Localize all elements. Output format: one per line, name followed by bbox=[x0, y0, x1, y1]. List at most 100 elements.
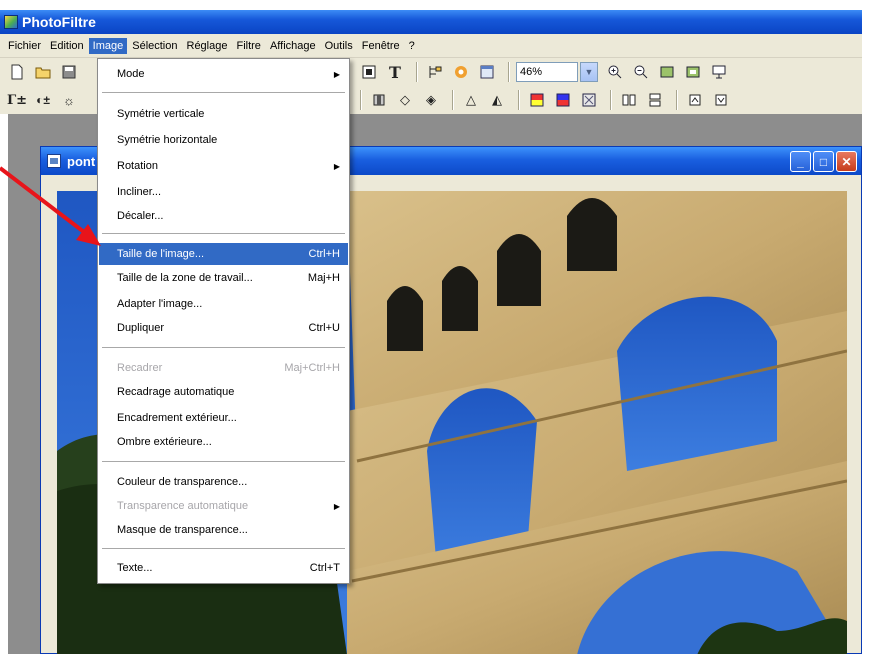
menu-item-label: Recadrage automatique bbox=[117, 386, 235, 398]
menu-fenetre[interactable]: Fenêtre bbox=[358, 38, 404, 54]
menu-item-incliner[interactable]: Incliner... bbox=[99, 181, 348, 203]
menu-item-label: Décaler... bbox=[117, 210, 164, 222]
menu-reglage[interactable]: Réglage bbox=[183, 38, 232, 54]
menu-item-symetrie-horizontale[interactable]: Symétrie horizontale bbox=[99, 129, 348, 151]
menu-item-symetrie-verticale[interactable]: Symétrie verticale bbox=[99, 103, 348, 125]
menu-item-label: Recadrer bbox=[117, 362, 163, 374]
zoom-out-icon[interactable] bbox=[630, 62, 652, 82]
submenu-arrow-icon: ▶ bbox=[333, 161, 340, 171]
brightness-icon[interactable]: ☼ bbox=[58, 90, 80, 110]
menu-outils[interactable]: Outils bbox=[321, 38, 357, 54]
menu-fichier[interactable]: Fichier bbox=[4, 38, 45, 54]
menu-affichage[interactable]: Affichage bbox=[266, 38, 320, 54]
menu-item-shortcut: Maj+H bbox=[307, 272, 340, 284]
zoom-select[interactable]: 46% bbox=[516, 62, 578, 82]
menu-item-shortcut: Ctrl+T bbox=[309, 562, 340, 574]
menu-item-masque-transparence[interactable]: Masque de transparence... bbox=[99, 519, 348, 541]
toolbar-separator bbox=[452, 90, 454, 110]
text-icon[interactable]: T bbox=[384, 62, 406, 82]
open-icon[interactable] bbox=[32, 62, 54, 82]
menu-separator bbox=[102, 461, 345, 463]
menu-item-label: Texte... bbox=[117, 562, 153, 574]
menu-item-taille-zone-travail[interactable]: Taille de la zone de travail... Maj+H bbox=[99, 267, 348, 289]
toolbar-separator bbox=[416, 62, 418, 82]
menu-item-ombre-exterieure[interactable]: Ombre extérieure... bbox=[99, 431, 348, 453]
menu-item-label: Taille de la zone de travail... bbox=[117, 272, 253, 284]
menu-item-label: Dupliquer bbox=[117, 322, 165, 334]
menu-item-transparence-automatique[interactable]: Transparence automatique ▶ bbox=[99, 495, 348, 517]
app-title-bar[interactable]: PhotoFiltre bbox=[0, 10, 862, 34]
toolbar-separator bbox=[518, 90, 520, 110]
zoom-value: 46% bbox=[520, 66, 543, 78]
menu-item-shortcut: Maj+Ctrl+H bbox=[284, 362, 340, 374]
save-icon[interactable] bbox=[58, 62, 80, 82]
window-controls: _ □ ✕ bbox=[790, 151, 857, 172]
menu-item-texte[interactable]: Texte... Ctrl+T bbox=[99, 557, 348, 579]
zoom-dropdown-arrow-icon[interactable]: ▼ bbox=[580, 62, 598, 82]
menu-item-decaler[interactable]: Décaler... bbox=[99, 205, 348, 227]
app-title: PhotoFiltre bbox=[22, 14, 96, 30]
flip-horizontal-icon[interactable] bbox=[618, 90, 640, 110]
drop-icon[interactable]: ◇ bbox=[394, 90, 416, 110]
actual-size-icon[interactable] bbox=[682, 62, 704, 82]
flip-vertical-icon[interactable] bbox=[644, 90, 666, 110]
photofiltre-app-icon bbox=[4, 15, 18, 29]
menu-item-rotation[interactable]: Rotation ▶ bbox=[99, 155, 348, 177]
menu-separator bbox=[102, 347, 345, 349]
menu-image[interactable]: Image bbox=[88, 37, 128, 54]
new-icon[interactable] bbox=[6, 62, 28, 82]
rotate-right-icon[interactable] bbox=[710, 90, 732, 110]
menu-bar: Fichier Edition Image Sélection Réglage … bbox=[0, 34, 862, 58]
toolbar-separator bbox=[508, 62, 510, 82]
menu-item-dupliquer[interactable]: Dupliquer Ctrl+U bbox=[99, 317, 348, 339]
drop-double-icon[interactable]: ◈ bbox=[420, 90, 442, 110]
menu-item-shortcut: Ctrl+H bbox=[308, 248, 340, 260]
triangle-double-icon[interactable]: ◭ bbox=[486, 90, 508, 110]
submenu-arrow-icon: ▶ bbox=[333, 69, 340, 79]
menu-separator bbox=[102, 548, 345, 550]
menu-item-taille-image[interactable]: Taille de l'image... Ctrl+H bbox=[99, 243, 348, 265]
menu-item-label: Taille de l'image... bbox=[117, 248, 205, 260]
menu-item-mode[interactable]: Mode ▶ bbox=[99, 63, 348, 85]
toolbar-separator bbox=[610, 90, 612, 110]
menu-separator bbox=[102, 92, 345, 94]
toolbar-separator bbox=[360, 90, 362, 110]
menu-item-shortcut: Ctrl+U bbox=[308, 322, 340, 334]
menu-item-recadrage-automatique[interactable]: Recadrage automatique bbox=[99, 381, 348, 403]
menu-item-label: Transparence automatique bbox=[117, 500, 249, 512]
frame-icon[interactable] bbox=[358, 62, 380, 82]
panel-icon[interactable] bbox=[476, 62, 498, 82]
fullscreen-icon[interactable] bbox=[708, 62, 730, 82]
menu-item-adapter-image[interactable]: Adapter l'image... bbox=[99, 293, 348, 315]
color-wheel-icon[interactable] bbox=[450, 62, 472, 82]
menu-item-label: Symétrie horizontale bbox=[117, 134, 218, 146]
toolbar-separator bbox=[676, 90, 678, 110]
menu-item-couleur-transparence[interactable]: Couleur de transparence... bbox=[99, 471, 348, 493]
tree-icon[interactable] bbox=[424, 62, 446, 82]
triangle-icon[interactable]: △ bbox=[460, 90, 482, 110]
rotate-left-icon[interactable] bbox=[684, 90, 706, 110]
menu-item-recadrer[interactable]: Recadrer Maj+Ctrl+H bbox=[99, 357, 348, 379]
submenu-arrow-icon: ▶ bbox=[333, 501, 340, 511]
menu-separator bbox=[102, 233, 345, 235]
menu-edition[interactable]: Edition bbox=[46, 38, 88, 54]
menu-item-label: Adapter l'image... bbox=[117, 298, 203, 310]
menu-item-label: Symétrie verticale bbox=[117, 108, 205, 120]
zoom-in-icon[interactable] bbox=[604, 62, 626, 82]
fit-icon[interactable] bbox=[656, 62, 678, 82]
menu-item-label: Encadrement extérieur... bbox=[117, 412, 237, 424]
texture-icon[interactable] bbox=[578, 90, 600, 110]
close-button[interactable]: ✕ bbox=[836, 151, 857, 172]
maximize-button[interactable]: □ bbox=[813, 151, 834, 172]
menu-selection[interactable]: Sélection bbox=[128, 38, 181, 54]
filter-icon[interactable] bbox=[368, 90, 390, 110]
color-bottom-icon[interactable] bbox=[552, 90, 574, 110]
auto-level-icon[interactable]: ◐± bbox=[32, 90, 54, 110]
menu-item-encadrement-exterieur[interactable]: Encadrement extérieur... bbox=[99, 407, 348, 429]
menu-filtre[interactable]: Filtre bbox=[232, 38, 264, 54]
color-top-icon[interactable] bbox=[526, 90, 548, 110]
menu-item-label: Rotation bbox=[117, 160, 158, 172]
auto-contrast-icon[interactable]: Γ± bbox=[6, 90, 28, 110]
menu-help[interactable]: ? bbox=[405, 38, 419, 54]
minimize-button[interactable]: _ bbox=[790, 151, 811, 172]
